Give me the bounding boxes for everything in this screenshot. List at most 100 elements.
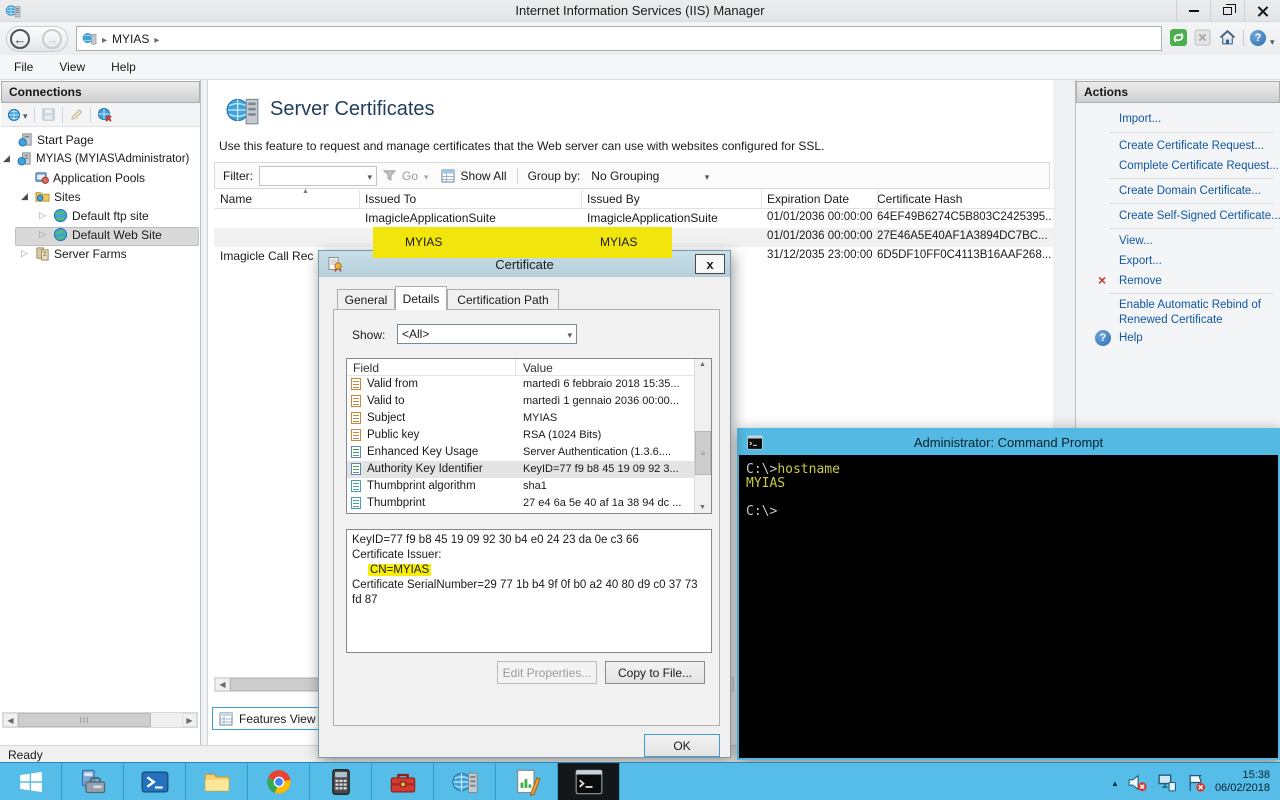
table-row[interactable]: ImagicleApplicationSuite ImagicleApplica…	[214, 209, 1054, 228]
scrollbar-thumb[interactable]: ≡	[695, 431, 711, 475]
action-create-certificate-request[interactable]: Create Certificate Request...	[1119, 140, 1264, 152]
column-divider[interactable]	[515, 359, 516, 376]
filter-input[interactable]	[259, 166, 377, 186]
breadcrumb-server[interactable]: MYIAS	[112, 32, 149, 46]
list-item[interactable]: Valid tomartedì 1 gennaio 2036 00:00...	[347, 393, 695, 410]
column-divider[interactable]	[877, 190, 878, 209]
tree-item-application-pools[interactable]: Application Pools	[34, 168, 145, 187]
tree-item-sites[interactable]: ◢ Sites	[21, 187, 81, 206]
action-view[interactable]: View...	[1119, 235, 1153, 247]
scroll-left-icon[interactable]: ◀	[3, 713, 18, 727]
help-menu-caret-icon[interactable]	[1270, 34, 1275, 48]
scrollbar-thumb[interactable]: III	[18, 713, 151, 727]
list-item[interactable]: Enhanced Key UsageServer Authentication …	[347, 444, 695, 461]
column-header-field[interactable]: Field	[353, 361, 379, 375]
forward-button[interactable]: →	[42, 29, 62, 49]
go-button[interactable]: Go	[402, 169, 418, 183]
collapsed-icon[interactable]: ▷	[39, 210, 49, 221]
tree-item-default-web-site[interactable]: ▷ Default Web Site	[39, 225, 162, 244]
collapsed-icon[interactable]: ▷	[21, 248, 31, 259]
create-connection-icon[interactable]	[7, 107, 28, 123]
ok-button[interactable]: OK	[644, 734, 720, 757]
list-item[interactable]: Valid frommartedì 6 febbraio 2018 15:35.…	[347, 376, 695, 393]
minimize-button[interactable]	[1176, 0, 1210, 22]
column-header-expiration[interactable]: Expiration Date	[767, 192, 875, 206]
rename-icon[interactable]	[69, 107, 84, 122]
action-complete-certificate-request[interactable]: Complete Certificate Request...	[1119, 160, 1279, 172]
group-by-select[interactable]: No Grouping	[586, 166, 714, 186]
restore-button[interactable]	[1210, 0, 1244, 22]
connections-hscrollbar[interactable]: ◀ III ▶	[2, 712, 198, 728]
back-button[interactable]: ←	[10, 29, 30, 49]
scroll-right-icon[interactable]: ▶	[182, 713, 197, 727]
expanded-icon[interactable]: ◢	[21, 191, 31, 202]
tree-item-default-ftp-site[interactable]: ▷ Default ftp site	[39, 206, 149, 225]
list-item-selected[interactable]: Authority Key IdentifierKeyID=77 f9 b8 4…	[347, 461, 695, 478]
disconnect-icon[interactable]	[97, 107, 113, 123]
scroll-down-icon[interactable]: ▼	[699, 504, 706, 511]
home-icon[interactable]	[1219, 29, 1237, 47]
action-enable-automatic-rebind[interactable]: Enable Automatic Rebind of Renewed Certi…	[1119, 298, 1279, 328]
taskbar-server-manager[interactable]	[62, 763, 124, 800]
action-create-domain-certificate[interactable]: Create Domain Certificate...	[1119, 185, 1261, 197]
edit-properties-button[interactable]: Edit Properties...	[497, 661, 597, 684]
list-vscrollbar[interactable]: ▲ ≡ ▼	[694, 359, 711, 513]
show-all-button[interactable]: Show All	[461, 169, 507, 183]
tab-certification-path[interactable]: Certification Path	[447, 289, 559, 310]
action-remove[interactable]: Remove	[1119, 275, 1162, 287]
show-select[interactable]: <All>	[397, 324, 577, 344]
taskbar-toolbox[interactable]	[372, 763, 434, 800]
action-export[interactable]: Export...	[1119, 255, 1162, 267]
action-create-self-signed-certificate[interactable]: Create Self-Signed Certificate...	[1119, 210, 1280, 222]
features-view-tab[interactable]: Features View	[212, 707, 319, 730]
taskbar-clock[interactable]: 15:38 06/02/2018	[1215, 769, 1270, 795]
tab-general[interactable]: General	[337, 289, 395, 310]
action-help[interactable]: Help	[1119, 332, 1143, 344]
save-connections-icon[interactable]	[41, 107, 56, 122]
tab-details[interactable]: Details	[395, 286, 447, 310]
start-button[interactable]	[0, 763, 62, 800]
column-header-name[interactable]: Name	[220, 192, 355, 206]
taskbar-file-explorer[interactable]	[186, 763, 248, 800]
list-item[interactable]: SubjectMYIAS	[347, 410, 695, 427]
column-header-issued-by[interactable]: Issued By	[587, 192, 759, 206]
breadcrumb-caret-icon[interactable]	[154, 32, 159, 46]
column-header-issued-to[interactable]: Issued To	[365, 192, 575, 206]
hidden-icons-chevron[interactable]	[1111, 775, 1119, 789]
taskbar-phone-dialer[interactable]	[310, 763, 372, 800]
column-header-hash[interactable]: Certificate Hash	[877, 192, 1051, 206]
close-button[interactable]	[1244, 0, 1280, 22]
menu-file[interactable]: File	[14, 60, 33, 74]
menu-view[interactable]: View	[59, 60, 85, 74]
column-divider[interactable]	[581, 190, 582, 209]
copy-to-file-button[interactable]: Copy to File...	[605, 661, 705, 684]
list-item[interactable]: Thumbprint27 e4 6a 5e 40 af 1a 38 94 dc …	[347, 495, 695, 512]
action-import[interactable]: Import...	[1119, 113, 1161, 125]
taskbar-command-prompt[interactable]	[558, 763, 620, 800]
taskbar-powershell[interactable]	[124, 763, 186, 800]
action-center-flag-icon[interactable]	[1186, 772, 1207, 793]
breadcrumb[interactable]: MYIAS	[76, 26, 1162, 51]
network-icon[interactable]	[1156, 772, 1178, 793]
help-icon[interactable]: ?	[1250, 30, 1266, 46]
collapsed-icon[interactable]: ▷	[39, 229, 49, 240]
tree-item-start-page[interactable]: Start Page	[18, 130, 94, 149]
console-output[interactable]: C:\>hostname MYIAS C:\>	[739, 455, 1278, 758]
scroll-left-icon[interactable]: ◀	[215, 678, 230, 691]
cmd-titlebar[interactable]: Administrator: Command Prompt	[739, 430, 1278, 455]
field-detail-text[interactable]: KeyID=77 f9 b8 45 19 09 92 30 b4 e0 24 2…	[346, 529, 712, 653]
refresh-icon[interactable]	[1170, 29, 1188, 47]
list-item[interactable]: Public keyRSA (1024 Bits)	[347, 427, 695, 444]
dialog-close-button[interactable]: x	[695, 254, 725, 274]
expanded-icon[interactable]: ◢	[3, 153, 13, 164]
tree-item-server-myias[interactable]: ◢ MYIAS (MYIAS\Administrator)	[3, 149, 189, 168]
column-divider[interactable]	[761, 190, 762, 209]
column-header-value[interactable]: Value	[523, 361, 553, 375]
taskbar-iis-manager[interactable]	[434, 763, 496, 800]
tree-item-server-farms[interactable]: ▷ Server Farms	[21, 244, 127, 263]
list-item[interactable]: Thumbprint algorithmsha1	[347, 478, 695, 495]
scroll-up-icon[interactable]: ▲	[699, 361, 706, 368]
menu-help[interactable]: Help	[111, 60, 136, 74]
stop-icon[interactable]	[1194, 29, 1212, 47]
column-divider[interactable]	[359, 190, 360, 209]
